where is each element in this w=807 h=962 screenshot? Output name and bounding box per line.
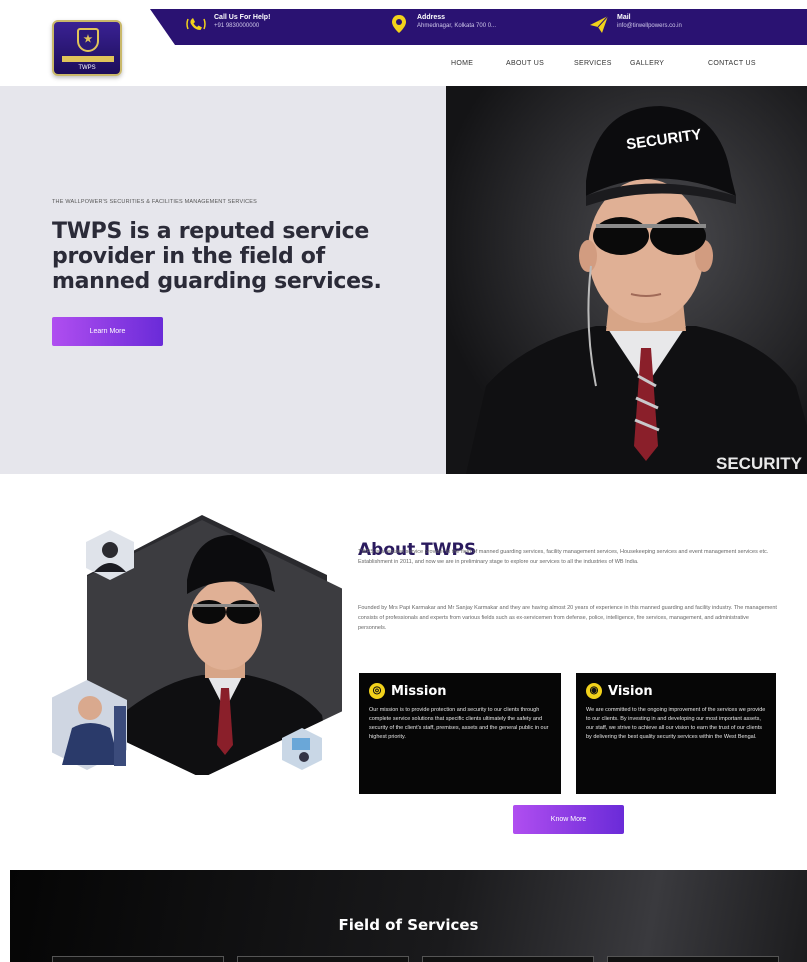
jacket-label: SECURITY	[716, 454, 803, 473]
contact-call[interactable]: Call Us For Help! +91 9830000000	[185, 13, 270, 35]
learn-more-button[interactable]: Learn More	[52, 317, 163, 346]
mission-body: Our mission is to provide protection and…	[369, 707, 549, 740]
mail-value[interactable]: info@tirwellpowers.co.in	[617, 22, 682, 31]
mission-title: Mission	[391, 683, 447, 699]
location-pin-icon	[388, 13, 410, 35]
mail-label: Mail	[617, 14, 631, 21]
service-card[interactable]	[52, 956, 224, 962]
mission-card: ◎ Mission Our mission is to provide prot…	[359, 673, 561, 794]
paper-plane-icon	[588, 13, 610, 35]
contact-address[interactable]: Address Ahmednagar, Kolkata 700 0...	[388, 13, 496, 35]
call-label: Call Us For Help!	[214, 14, 271, 21]
nav-services[interactable]: SERVICES	[574, 60, 612, 67]
shield-icon: ★	[77, 28, 99, 52]
call-value[interactable]: +91 9830000000	[214, 22, 270, 31]
service-card[interactable]	[607, 956, 779, 962]
address-value: Ahmednagar, Kolkata 700 0...	[417, 23, 497, 29]
phone-ringing-icon	[185, 13, 207, 35]
hero-title: TWPS is a reputed service provider in th…	[52, 219, 382, 294]
vision-body: We are committed to the ongoing improvem…	[586, 707, 766, 740]
service-card[interactable]	[422, 956, 594, 962]
nav-contact-us[interactable]: CONTACT US	[708, 60, 756, 67]
about-collage	[47, 510, 345, 780]
vision-card: ◉ Vision We are committed to the ongoing…	[576, 673, 776, 794]
target-icon: ◎	[369, 683, 385, 699]
nav-gallery[interactable]: GALLERY	[630, 60, 664, 67]
nav-about-us[interactable]: ABOUT US	[506, 60, 544, 67]
nav-home[interactable]: HOME	[451, 60, 473, 67]
contact-mail[interactable]: Mail info@tirwellpowers.co.in	[588, 13, 682, 35]
know-more-button[interactable]: Know More	[513, 805, 624, 834]
about-paragraph-2: Founded by Mrs Papi Karmakar and Mr Sanj…	[358, 605, 777, 631]
hero-kicker: THE WALLPOWER'S SECURITIES & FACILITIES …	[52, 199, 257, 205]
hero-guard-photo: SECURITY SECURITY	[446, 86, 807, 474]
address-label: Address	[417, 14, 446, 21]
services-section: Field of Services	[10, 870, 807, 962]
service-card[interactable]	[237, 956, 409, 962]
vision-title: Vision	[608, 683, 653, 699]
about-paragraph-1: TWPS is a reputed service provider in th…	[358, 549, 769, 565]
main-nav: HOME ABOUT US SERVICES GALLERY CONTACT U…	[0, 60, 807, 72]
services-title: Field of Services	[338, 916, 479, 934]
eye-icon: ◉	[586, 683, 602, 699]
